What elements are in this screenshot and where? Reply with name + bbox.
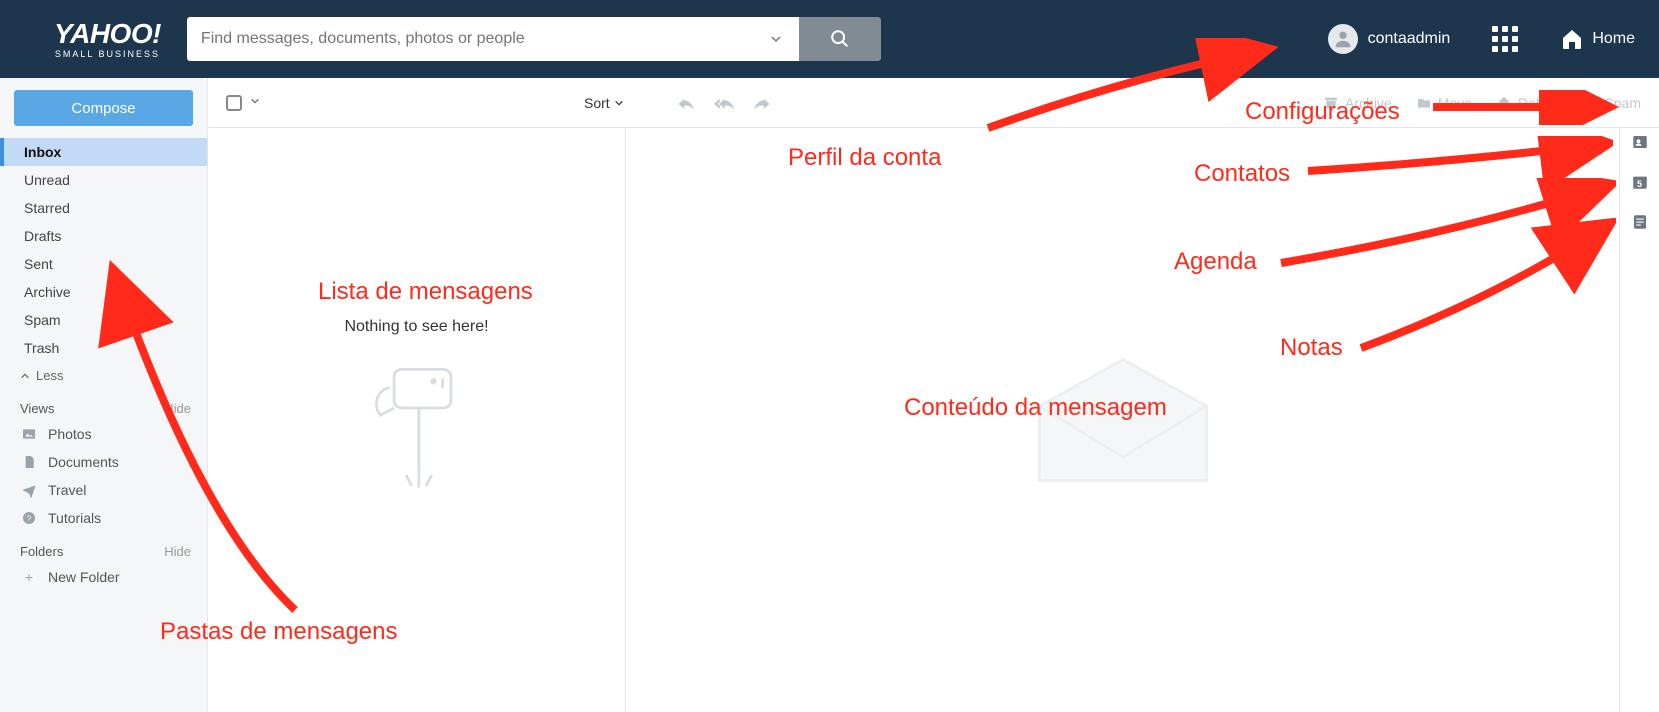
home-label: Home [1592,30,1635,48]
empty-mailbox-icon [362,354,472,504]
logo-main-text: YAHOO! [54,20,161,48]
new-folder-button[interactable]: + New Folder [0,563,207,591]
folder-archive[interactable]: Archive [0,278,207,306]
search-dropdown-caret[interactable] [767,30,785,48]
folder-spam[interactable]: Spam [0,306,207,334]
calendar-icon[interactable]: 5 [1630,172,1650,192]
folder-list: Inbox Unread Starred Drafts Sent Archive… [0,138,207,362]
search-box [187,17,799,61]
folder-label: Drafts [24,228,61,244]
travel-icon [20,481,38,499]
less-toggle[interactable]: Less [0,362,207,389]
home-icon [1560,27,1584,51]
reply-icon[interactable] [676,93,696,113]
folder-label: Starred [24,200,70,216]
tutorials-icon: ? [20,509,38,527]
forward-icon[interactable] [752,93,772,113]
folders-section-header: Folders Hide [0,532,207,563]
view-label: Travel [48,482,86,498]
folder-label: Archive [24,284,71,300]
archive-button[interactable]: Archive [1323,95,1392,111]
view-label: Photos [48,426,92,442]
folder-label: Sent [24,256,53,272]
empty-list-text: Nothing to see here! [344,318,488,336]
compose-button[interactable]: Compose [14,90,193,126]
folder-label: Trash [24,340,59,356]
empty-envelope-icon [1028,355,1218,485]
contacts-icon[interactable] [1630,132,1650,152]
delete-icon [1496,95,1512,111]
message-list-pane: Nothing to see here! [208,78,626,712]
yahoo-logo[interactable]: YAHOO! SMALL BUSINESS [54,20,161,59]
less-label: Less [36,368,63,383]
spam-button[interactable]: Spam [1582,95,1641,111]
archive-label: Archive [1345,95,1392,111]
home-button[interactable]: Home [1560,27,1635,51]
svg-text:?: ? [27,513,32,523]
calendar-badge: 5 [1637,179,1642,189]
search-button[interactable] [799,17,881,61]
new-folder-label: New Folder [48,569,120,585]
photos-icon [20,425,38,443]
view-label: Tutorials [48,510,101,526]
folders-hide[interactable]: Hide [164,544,191,559]
select-dropdown-caret[interactable] [250,96,260,109]
sidebar: Compose Inbox Unread Starred Drafts Sent… [0,78,208,712]
logo-sub-text: SMALL BUSINESS [55,50,160,59]
folders-heading: Folders [20,544,63,559]
delete-label: Delete [1518,95,1558,111]
avatar-icon [1328,24,1358,54]
reply-all-icon[interactable] [714,93,734,113]
folder-unread[interactable]: Unread [0,166,207,194]
views-heading: Views [20,401,54,416]
folder-label: Inbox [24,144,61,160]
view-photos[interactable]: Photos [0,420,207,448]
spam-label: Spam [1604,95,1641,111]
compose-label: Compose [71,100,135,117]
move-button[interactable]: Move [1416,95,1472,111]
spam-icon [1582,95,1598,111]
notes-icon[interactable] [1630,212,1650,232]
move-label: Move [1438,95,1472,111]
view-tutorials[interactable]: ? Tutorials [0,504,207,532]
plus-icon: + [20,568,38,586]
search-wrap [187,17,881,61]
views-section-header: Views Hide [0,389,207,420]
header-bar: YAHOO! SMALL BUSINESS contaadmin Home [0,0,1659,78]
message-content-pane [626,78,1619,712]
folder-drafts[interactable]: Drafts [0,222,207,250]
profile-button[interactable]: contaadmin [1328,24,1451,54]
views-hide[interactable]: Hide [164,401,191,416]
view-travel[interactable]: Travel [0,476,207,504]
sort-label: Sort [584,95,610,111]
chevron-up-icon [20,371,30,381]
profile-name: contaadmin [1368,30,1451,48]
folder-label: Spam [24,312,61,328]
view-label: Documents [48,454,119,470]
folder-starred[interactable]: Starred [0,194,207,222]
chevron-down-icon [614,98,624,108]
view-documents[interactable]: Documents [0,448,207,476]
folder-label: Unread [24,172,70,188]
select-all-checkbox[interactable] [226,95,242,111]
apps-grid-icon[interactable] [1492,26,1518,52]
documents-icon [20,453,38,471]
delete-button[interactable]: Delete [1496,95,1558,111]
right-rail: 5 [1619,78,1659,712]
main-area: Sort Archive Move Delete [208,78,1659,712]
folder-trash[interactable]: Trash [0,334,207,362]
folder-inbox[interactable]: Inbox [0,138,207,166]
search-input[interactable] [201,30,767,48]
message-toolbar: Sort Archive Move Delete [208,78,1659,128]
move-icon [1416,95,1432,111]
folder-sent[interactable]: Sent [0,250,207,278]
sort-button[interactable]: Sort [584,95,624,111]
archive-icon [1323,95,1339,111]
